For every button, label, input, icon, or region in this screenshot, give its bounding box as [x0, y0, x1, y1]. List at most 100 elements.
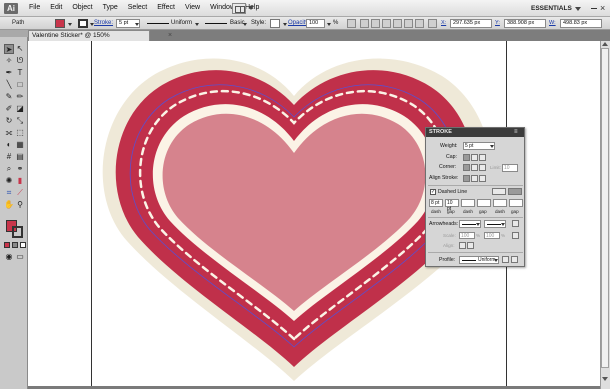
- dashed-line-checkbox[interactable]: ✓: [430, 189, 436, 195]
- free-transform-tool-icon[interactable]: ⬚: [15, 128, 25, 138]
- profile-dropdown-icon[interactable]: [195, 23, 199, 26]
- arrow-tip-at-end-button[interactable]: [467, 242, 474, 249]
- style-dropdown-icon[interactable]: [283, 23, 287, 26]
- opacity-dropdown-icon[interactable]: [327, 23, 331, 26]
- artboard-tool-icon[interactable]: ⌗: [4, 188, 14, 198]
- align-right-icon[interactable]: [382, 19, 391, 28]
- w-label[interactable]: W:: [549, 19, 556, 28]
- toolbox-grip[interactable]: [0, 30, 28, 37]
- gap-3-field[interactable]: [509, 199, 523, 207]
- stroke-color-icon[interactable]: [12, 226, 23, 238]
- transform-grid-icon[interactable]: [428, 19, 437, 28]
- dash-1-field[interactable]: 8 pt: [429, 199, 443, 207]
- start-arrowhead-dropdown-icon[interactable]: [476, 223, 480, 226]
- stroke-label[interactable]: Stroke:: [94, 19, 113, 28]
- align-middle-icon[interactable]: [404, 19, 413, 28]
- round-join-button[interactable]: [471, 164, 478, 171]
- align-dash-corners-button[interactable]: [508, 188, 522, 195]
- type-tool-icon[interactable]: T: [15, 68, 25, 78]
- round-cap-button[interactable]: [471, 154, 478, 161]
- projecting-cap-button[interactable]: [479, 154, 486, 161]
- recolor-artwork-icon[interactable]: [347, 19, 356, 28]
- gap-1-field[interactable]: 10 pt: [445, 199, 459, 212]
- swap-arrowheads-button[interactable]: [512, 220, 519, 227]
- arrow-tip-beyond-button[interactable]: [459, 242, 466, 249]
- opacity-field[interactable]: 100: [306, 19, 325, 28]
- document-tab-close-icon[interactable]: ×: [168, 31, 172, 41]
- limit-field[interactable]: 10: [502, 164, 518, 172]
- align-center-stroke-button[interactable]: [463, 175, 470, 182]
- width-tool-icon[interactable]: ⟗: [4, 128, 14, 138]
- scroll-down-icon[interactable]: [602, 377, 608, 381]
- menu-file[interactable]: File: [24, 4, 45, 11]
- menu-edit[interactable]: Edit: [45, 4, 67, 11]
- dash-2-field[interactable]: [461, 199, 475, 207]
- line-tool-icon[interactable]: ╲: [4, 80, 14, 90]
- draw-mode-icon[interactable]: ◉: [4, 252, 14, 262]
- preserve-dash-button[interactable]: [492, 188, 506, 195]
- selection-tool-icon[interactable]: ➤: [4, 44, 14, 54]
- pen-tool-icon[interactable]: ✒: [4, 68, 14, 78]
- x-label[interactable]: X:: [441, 19, 446, 28]
- dash-3-field[interactable]: [493, 199, 507, 207]
- direct-selection-tool-icon[interactable]: ↖: [15, 44, 25, 54]
- perspective-grid-tool-icon[interactable]: ▦: [15, 140, 25, 150]
- gradient-mode-icon[interactable]: [12, 242, 18, 248]
- y-field[interactable]: 388.908 px: [504, 19, 546, 28]
- profile-value[interactable]: Uniform: [171, 19, 192, 28]
- end-scale-field[interactable]: 100: [484, 232, 500, 239]
- close-window-icon[interactable]: ×: [600, 3, 605, 13]
- profile-select[interactable]: Uniform: [459, 256, 499, 264]
- graphic-style-swatch[interactable]: [270, 19, 280, 28]
- menu-object[interactable]: Object: [67, 4, 97, 11]
- menu-select[interactable]: Select: [123, 4, 152, 11]
- column-graph-tool-icon[interactable]: ▮: [15, 176, 25, 186]
- bevel-join-button[interactable]: [479, 164, 486, 171]
- symbol-sprayer-tool-icon[interactable]: ✺: [4, 176, 14, 186]
- pencil-tool-icon[interactable]: ✏: [15, 92, 25, 102]
- mesh-tool-icon[interactable]: #: [4, 152, 14, 162]
- hand-tool-icon[interactable]: ✋: [4, 200, 14, 210]
- menu-type[interactable]: Type: [98, 4, 123, 11]
- menu-view[interactable]: View: [180, 4, 205, 11]
- brush-dropdown-icon[interactable]: [243, 23, 247, 26]
- blend-tool-icon[interactable]: ⚭: [15, 164, 25, 174]
- magic-wand-tool-icon[interactable]: ✧: [4, 56, 14, 66]
- scale-tool-icon[interactable]: ⤡: [15, 116, 25, 126]
- stroke-swatch[interactable]: [78, 19, 88, 28]
- w-field[interactable]: 498.83 px: [560, 19, 602, 28]
- flip-along-button[interactable]: [502, 256, 509, 263]
- flip-across-button[interactable]: [511, 256, 518, 263]
- scroll-up-icon[interactable]: [602, 42, 608, 46]
- align-bottom-icon[interactable]: [415, 19, 424, 28]
- blob-brush-tool-icon[interactable]: ✐: [4, 104, 14, 114]
- x-field[interactable]: 297.635 px: [450, 19, 492, 28]
- none-mode-icon[interactable]: [20, 242, 26, 248]
- start-scale-field[interactable]: 100: [459, 232, 475, 239]
- profile-dropdown-icon[interactable]: [494, 259, 498, 262]
- rectangle-tool-icon[interactable]: □: [15, 80, 25, 90]
- link-scale-button[interactable]: [512, 232, 519, 239]
- rotate-tool-icon[interactable]: ↻: [4, 116, 14, 126]
- stroke-weight-dropdown-icon[interactable]: [135, 23, 139, 26]
- align-left-icon[interactable]: [360, 19, 369, 28]
- align-center-icon[interactable]: [371, 19, 380, 28]
- align-top-icon[interactable]: [393, 19, 402, 28]
- zoom-tool-icon[interactable]: ⚲: [15, 200, 25, 210]
- vertical-scrollbar-thumb[interactable]: [601, 48, 609, 368]
- miter-join-button[interactable]: [463, 164, 470, 171]
- y-label[interactable]: Y:: [495, 19, 500, 28]
- gap-2-field[interactable]: [477, 199, 491, 207]
- align-inside-stroke-button[interactable]: [471, 175, 478, 182]
- stroke-panel-title-bar[interactable]: STROKE ≡: [426, 128, 524, 137]
- shape-builder-tool-icon[interactable]: ◐: [4, 140, 14, 150]
- fill-swatch[interactable]: [55, 19, 65, 28]
- end-arrowhead-dropdown-icon[interactable]: [501, 223, 505, 226]
- screen-mode-icon[interactable]: ▭: [15, 252, 25, 262]
- gradient-tool-icon[interactable]: ▤: [15, 152, 25, 162]
- slice-tool-icon[interactable]: ⟋: [15, 188, 25, 198]
- document-tab[interactable]: Valentine Sticker* @ 150% (CMYK/Preview)…: [28, 30, 172, 49]
- minimize-icon[interactable]: [591, 8, 597, 9]
- eraser-tool-icon[interactable]: ◪: [15, 104, 25, 114]
- arrange-dropdown-icon[interactable]: [248, 6, 254, 10]
